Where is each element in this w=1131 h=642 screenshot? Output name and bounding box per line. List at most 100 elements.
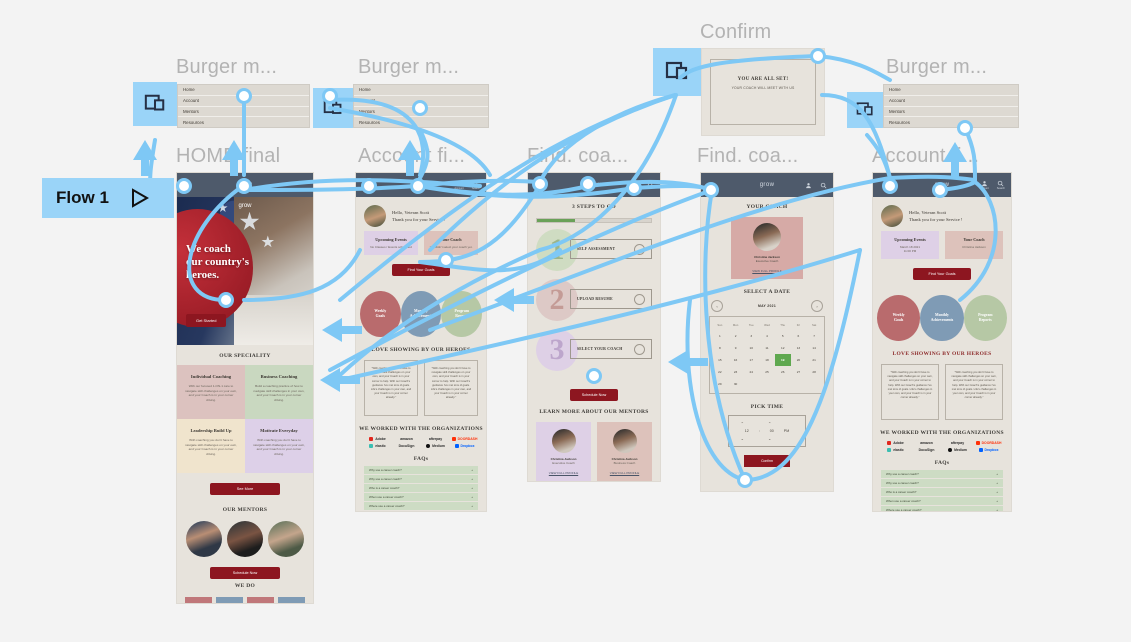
faq-row[interactable]: When use a career coach? + xyxy=(364,493,478,502)
menu-item-home[interactable]: Home xyxy=(884,85,1018,96)
menu-item-mentors[interactable]: Mentors xyxy=(884,107,1018,118)
connector-node[interactable] xyxy=(932,182,948,198)
frame-label-find-coach-2[interactable]: Find. coa... xyxy=(697,145,798,168)
chevron-right-icon[interactable]: › xyxy=(810,300,823,312)
search-icon[interactable] xyxy=(647,182,654,189)
calendar-day[interactable]: 8 xyxy=(712,342,728,354)
view-profile-link[interactable]: VIEW FULL PROFILE xyxy=(735,269,799,273)
search-icon[interactable] xyxy=(820,182,827,189)
component-badge-burger-3[interactable] xyxy=(847,92,883,128)
calendar-day[interactable]: 24 xyxy=(743,366,759,378)
calendar-day[interactable]: 21 xyxy=(806,354,822,366)
calendar-day[interactable]: 6 xyxy=(791,330,807,342)
mentor-avatar-3[interactable] xyxy=(268,521,305,557)
burger-menu-3[interactable]: Home Account Mentors Resources xyxy=(883,84,1019,128)
calendar-day-selected[interactable]: 19 xyxy=(774,354,791,366)
frame-label-find-coach-1[interactable]: Find. coa... xyxy=(527,145,628,168)
calendar-day[interactable]: 23 xyxy=(728,366,744,378)
screen-account-1[interactable]: grow Account Search Hello, Veteran Scott… xyxy=(355,172,487,512)
frame-label-account-1[interactable]: Account fi... xyxy=(358,145,465,168)
step-self-assessment[interactable]: SELF ASSESSMENT xyxy=(570,239,652,259)
avatar[interactable] xyxy=(364,205,386,227)
connector-node[interactable] xyxy=(810,48,826,64)
upcoming-events-card[interactable]: Upcoming Events No Classes / Events sche… xyxy=(364,231,418,255)
calendar-day[interactable]: 15 xyxy=(712,354,728,366)
faq-row[interactable]: Where use a career coach? + xyxy=(881,506,1003,511)
your-coach-card[interactable]: Your Coach You didn't select your coach … xyxy=(424,231,478,255)
flow-starting-point-badge[interactable]: Flow 1 xyxy=(42,178,174,218)
connector-node[interactable] xyxy=(532,176,548,192)
mentor-card[interactable]: Christina Jackson Executive Coach VIEW F… xyxy=(536,422,591,481)
calendar-day[interactable]: 14 xyxy=(806,342,822,354)
menu-item-account[interactable]: Account xyxy=(884,96,1018,107)
calendar-day[interactable]: 25 xyxy=(759,366,775,378)
faq-row[interactable]: When use a career coach? + xyxy=(881,497,1003,506)
faq-plus-icon[interactable]: + xyxy=(471,477,473,481)
faq-plus-icon[interactable]: + xyxy=(471,504,473,508)
faq-plus-icon[interactable]: + xyxy=(996,472,998,476)
faq-row[interactable]: Why use a career coach? + xyxy=(881,470,1003,479)
search-icon[interactable]: Search xyxy=(997,180,1005,190)
screen-account-2[interactable]: grow Account Search Hello, Veteran Scott… xyxy=(872,172,1012,512)
menu-item-resources[interactable]: Resources xyxy=(884,117,1018,127)
monthly-achievements-circle[interactable]: Monthly Achievements xyxy=(920,295,964,341)
calendar-day[interactable]: 27 xyxy=(791,366,807,378)
monthly-achievements-circle[interactable]: Monthly Achievements xyxy=(400,291,442,337)
weekly-goals-circle[interactable]: Weekly Goals xyxy=(877,295,921,341)
frame-label-burger-3[interactable]: Burger m... xyxy=(886,56,987,79)
view-profile-link[interactable]: VIEW FULL PROFILE xyxy=(602,471,647,475)
time-hour[interactable]: 12 xyxy=(745,429,749,433)
calendar-day[interactable]: 11 xyxy=(759,342,775,354)
account-icon[interactable]: Account xyxy=(979,180,989,190)
chevron-up-icon[interactable]: ⌃ xyxy=(741,421,744,426)
faq-plus-icon[interactable]: + xyxy=(471,468,473,472)
connector-node[interactable] xyxy=(322,88,338,104)
calendar-day[interactable]: 9 xyxy=(728,342,744,354)
component-badge-confirm[interactable] xyxy=(653,48,701,96)
weekly-goals-circle[interactable]: Weekly Goals xyxy=(360,291,401,337)
wedo-card[interactable]: 3 Skills For Job xyxy=(247,597,274,603)
connector-node[interactable] xyxy=(957,120,973,136)
connector-node[interactable] xyxy=(236,178,252,194)
frame-label-burger-1[interactable]: Burger m... xyxy=(176,56,277,79)
connector-node[interactable] xyxy=(626,180,642,196)
search-icon[interactable]: Search xyxy=(472,180,480,190)
avatar[interactable] xyxy=(881,205,903,227)
calendar-day[interactable]: 16 xyxy=(728,354,744,366)
confirm-button[interactable]: Confirm xyxy=(744,455,790,467)
schedule-now-button[interactable]: Schedule Now xyxy=(210,567,280,579)
faq-plus-icon[interactable]: + xyxy=(471,486,473,490)
schedule-now-button[interactable]: Schedule Now xyxy=(570,389,618,401)
menu-item-home[interactable]: Home xyxy=(354,85,488,96)
confirm-overlay-frame[interactable]: YOU ARE ALL SET! YOUR COACH WILL MEET WI… xyxy=(701,48,825,136)
program-reports-circle[interactable]: Program Reports xyxy=(441,291,483,337)
faq-plus-icon[interactable]: + xyxy=(996,508,998,511)
coach-card[interactable]: Christina Jackson Executive Coach VIEW F… xyxy=(731,217,803,279)
calendar-day[interactable]: 4 xyxy=(759,330,775,342)
component-badge-burger-1[interactable] xyxy=(133,82,177,126)
menu-item-resources[interactable]: Resources xyxy=(178,117,309,127)
account-icon[interactable] xyxy=(805,182,812,189)
step-select-coach[interactable]: SELECT YOUR COACH xyxy=(570,339,652,359)
upcoming-events-card[interactable]: Upcoming Events March 18 2021 11:00 PM xyxy=(881,231,939,259)
faq-row[interactable]: Why use a career coach? + xyxy=(364,475,478,484)
hero-cta-button[interactable]: Get Started xyxy=(186,314,227,327)
chevron-down-icon[interactable]: ⌄ xyxy=(768,436,771,441)
mentor-avatar-1[interactable] xyxy=(185,521,222,557)
menu-item-mentors[interactable]: Mentors xyxy=(178,107,309,118)
connector-node[interactable] xyxy=(580,176,596,192)
calendar-day[interactable]: 18 xyxy=(759,354,775,366)
speciality-card[interactable]: Leadership Build Up With coaching you do… xyxy=(177,419,245,473)
your-coach-card[interactable]: Your Coach Christina Jackson xyxy=(945,231,1003,259)
screen-home-final[interactable]: grow grow We coach our country's heroes.… xyxy=(176,172,314,604)
connector-node[interactable] xyxy=(218,292,234,308)
connector-node[interactable] xyxy=(882,178,898,194)
calendar-day[interactable]: 22 xyxy=(712,366,728,378)
radio-icon[interactable] xyxy=(634,243,645,255)
faq-row[interactable]: Why use a career coach? + xyxy=(881,479,1003,488)
time-picker[interactable]: ⌃ ⌃ 12 : 00 PM ⌄ ⌄ xyxy=(728,415,806,447)
radio-icon[interactable] xyxy=(634,293,645,305)
connector-node[interactable] xyxy=(236,88,252,104)
calendar-day[interactable]: 7 xyxy=(806,330,822,342)
faq-plus-icon[interactable]: + xyxy=(471,495,473,499)
